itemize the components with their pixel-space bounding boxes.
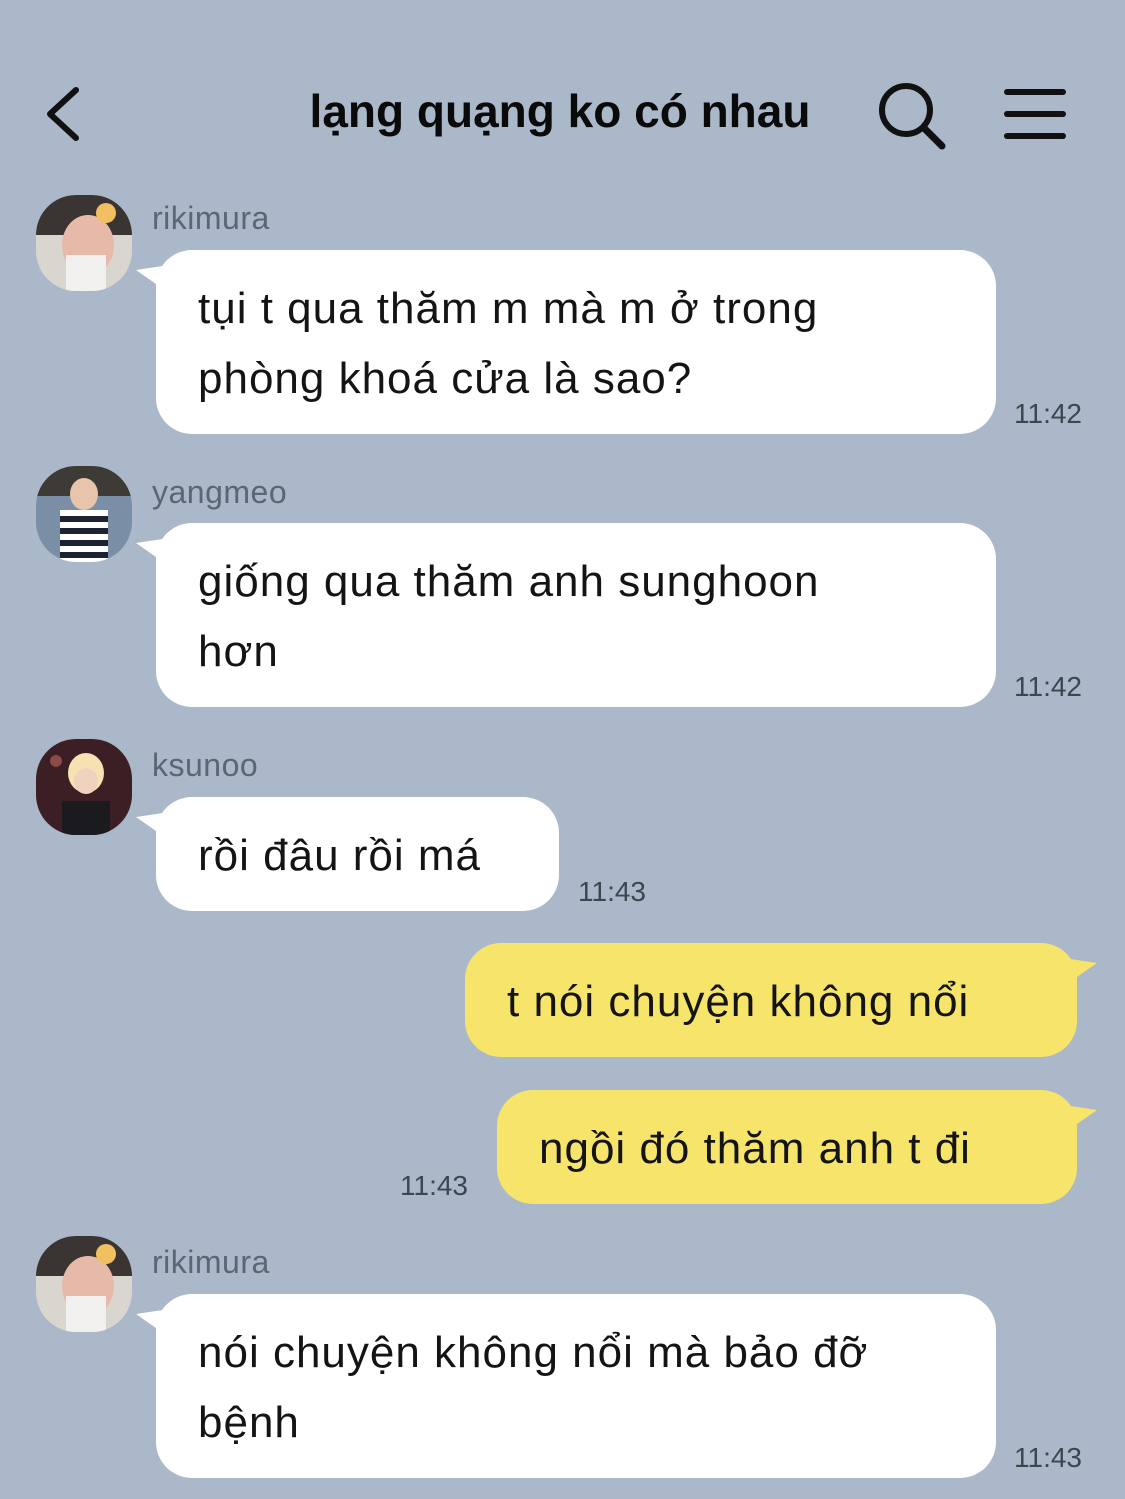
sender-name: ksunoo [152,747,259,783]
back-button[interactable] [40,84,90,144]
menu-button[interactable] [1002,84,1068,144]
avatar[interactable] [36,1236,132,1332]
chat-title: lạng quạng ko có nhau [309,85,811,137]
message-bubble[interactable]: ngồi đó thăm anh t đi [497,1090,1097,1204]
chevron-left-icon [47,87,79,141]
message-text-line: rồi đâu rồi má [198,831,482,880]
message-bubble[interactable]: rồi đâu rồi má [136,797,559,911]
message-text-line: bệnh [198,1398,300,1447]
message-text-line: phòng khoá cửa là sao? [198,354,693,403]
hamburger-menu-icon [1004,89,1066,139]
message-bubble[interactable]: giống qua thăm anh sunghoon hơn [136,523,996,707]
search-icon [879,83,946,150]
sender-name: rikimura [152,1244,270,1280]
message-text-line: hơn [198,627,279,676]
message-time: 11:43 [1014,1442,1082,1473]
message-text-line: t nói chuyện không nổi [507,977,970,1026]
avatar[interactable] [36,466,132,562]
message-text-line: tụi t qua thăm m mà m ở trong [198,284,819,333]
message-time: 11:43 [578,876,646,907]
chat-header: lạng quạng ko có nhau [0,0,1125,200]
search-button[interactable] [876,80,948,152]
message-text-line: nói chuyện không nổi mà bảo đỡ [198,1328,869,1377]
message-bubble[interactable]: tụi t qua thăm m mà m ở trong phòng khoá… [136,250,996,434]
sender-name: rikimura [152,200,270,236]
message-text-line: giống qua thăm anh sunghoon [198,557,820,606]
avatar[interactable] [36,195,132,291]
sender-name: yangmeo [152,474,288,510]
message-bubble[interactable]: nói chuyện không nổi mà bảo đỡ bệnh [136,1294,996,1478]
avatar[interactable] [36,739,132,835]
message-time: 11:43 [400,1170,468,1201]
message-text-line: ngồi đó thăm anh t đi [539,1124,971,1173]
message-bubble[interactable]: t nói chuyện không nổi [465,943,1097,1057]
message-time: 11:42 [1014,398,1082,429]
message-time: 11:42 [1014,671,1082,702]
